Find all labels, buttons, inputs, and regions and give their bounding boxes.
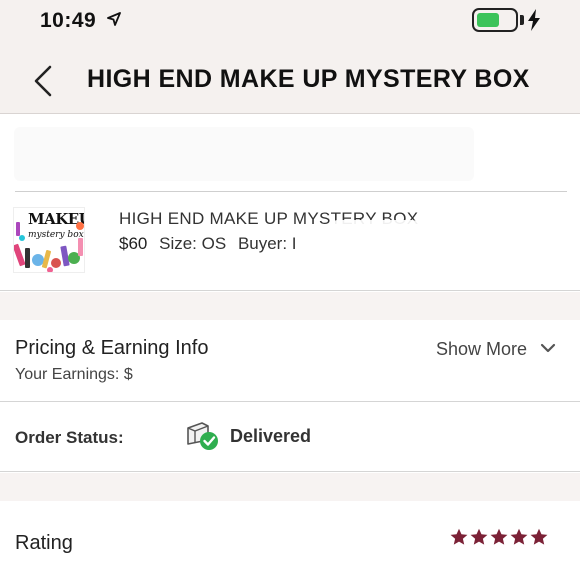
makeup-illustration-icon: [14, 222, 84, 272]
listing-size: Size: OS: [159, 234, 227, 253]
chevron-left-icon[interactable]: [30, 64, 56, 98]
earnings-text: Your Earnings: $: [15, 366, 133, 383]
rating-label: Rating: [15, 532, 73, 554]
listing-price: $60: [119, 234, 148, 253]
charging-bolt-icon: [528, 9, 540, 31]
rating-stars: [449, 528, 549, 546]
listing-thumbnail[interactable]: MAKEUP mystery box: [13, 207, 85, 273]
star-icon: [510, 528, 528, 545]
listing-item[interactable]: MAKEUP mystery box HIGH END MAKE UP MYST…: [0, 192, 580, 291]
redacted-area: [330, 220, 420, 268]
pricing-section: Pricing & Earning Info Your Earnings: $ …: [0, 320, 580, 402]
pricing-title: Pricing & Earning Info: [15, 337, 209, 359]
battery-fill: [477, 13, 499, 27]
order-status-label: Order Status:: [15, 428, 124, 447]
battery-tip: [520, 15, 524, 25]
listing-buyer: Buyer: I: [237, 234, 297, 253]
section-spacer: [0, 473, 580, 501]
order-status-value: Delivered: [230, 426, 312, 446]
listing-meta: $60 Size: OS Buyer: I: [119, 234, 304, 254]
location-arrow-icon: [107, 12, 121, 26]
delivered-box-icon: [187, 422, 218, 450]
status-bar: 10:49: [0, 0, 580, 44]
star-icon: [470, 528, 488, 545]
chevron-down-icon[interactable]: [540, 342, 556, 354]
section-spacer: [0, 292, 580, 320]
redacted-info-block: [0, 115, 580, 192]
battery-icon: [472, 8, 518, 32]
redacted-area: [14, 127, 474, 181]
nav-bar: HIGH END MAKE UP MYSTERY BOX: [0, 44, 580, 114]
redacted-area: [150, 360, 230, 400]
rating-section: Rating: [0, 501, 580, 580]
show-more-button[interactable]: Show More: [436, 339, 527, 360]
star-icon: [490, 528, 508, 545]
page-title: HIGH END MAKE UP MYSTERY BOX: [87, 65, 530, 93]
star-icon: [530, 528, 548, 545]
status-time: 10:49: [40, 9, 97, 32]
order-status-section: Order Status: Delivered: [0, 402, 580, 472]
star-icon: [450, 528, 468, 545]
